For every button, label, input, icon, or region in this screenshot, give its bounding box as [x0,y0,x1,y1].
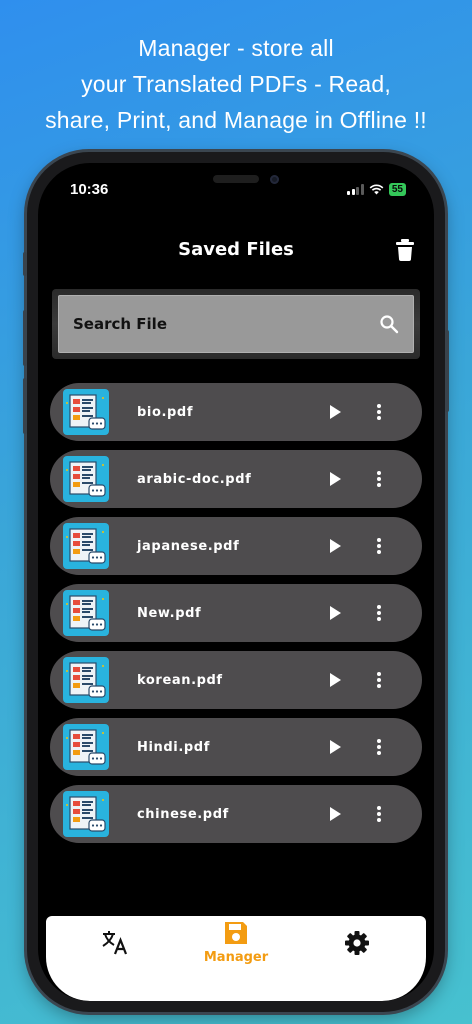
play-icon[interactable] [328,471,342,487]
play-icon[interactable] [328,739,342,755]
list-item[interactable]: New.pdf [50,584,422,642]
more-options-icon[interactable] [376,805,382,823]
headline-line-1: Manager - store all [138,35,334,61]
more-options-icon[interactable] [376,537,382,555]
nav-item-translate[interactable] [60,916,170,986]
save-icon [225,922,247,944]
list-item[interactable]: arabic-doc.pdf [50,450,422,508]
phone-screen: 10:36 55 Saved Files Search File bio.pdf… [38,163,434,1001]
more-options-icon[interactable] [376,470,382,488]
signal-icon [347,184,364,195]
battery-indicator: 55 [388,183,406,196]
pdf-thumbnail-icon [63,590,109,636]
wifi-icon [369,184,384,195]
file-list: bio.pdf arabic-doc.pdf japanese.pdf New.… [50,383,422,852]
play-icon[interactable] [328,538,342,554]
status-time: 10:36 [70,181,109,198]
play-icon[interactable] [328,404,342,420]
list-item[interactable]: korean.pdf [50,651,422,709]
play-icon[interactable] [328,605,342,621]
pdf-thumbnail-icon [63,657,109,703]
list-item[interactable]: chinese.pdf [50,785,422,843]
bottom-nav: Manager [46,916,426,1001]
pdf-thumbnail-icon [63,523,109,569]
nav-item-manager[interactable]: Manager [181,916,291,986]
pdf-thumbnail-icon [63,724,109,770]
nav-label-manager: Manager [203,950,269,965]
pdf-thumbnail-icon [63,389,109,435]
pdf-thumbnail-icon [63,456,109,502]
translate-icon [102,931,128,955]
phone-side-button [23,252,27,276]
speaker-slot [213,175,259,183]
list-item[interactable]: japanese.pdf [50,517,422,575]
search-input[interactable]: Search File [58,295,414,353]
search-label: Search File [73,315,167,333]
nav-item-settings[interactable] [302,916,412,986]
gear-icon [345,931,369,955]
headline-line-2: your Translated PDFs - Read, [81,71,391,97]
list-item[interactable]: bio.pdf [50,383,422,441]
promo-headline: Manager - store all your Translated PDFs… [0,30,472,138]
search-container: Search File [52,289,420,359]
trash-icon[interactable] [396,239,414,261]
play-icon[interactable] [328,672,342,688]
play-icon[interactable] [328,806,342,822]
pdf-thumbnail-icon [63,791,109,837]
list-item[interactable]: Hindi.pdf [50,718,422,776]
status-icons: 55 [347,183,406,196]
more-options-icon[interactable] [376,403,382,421]
more-options-icon[interactable] [376,738,382,756]
search-icon[interactable] [379,314,399,334]
more-options-icon[interactable] [376,671,382,689]
phone-side-button [23,378,27,434]
phone-side-button [23,310,27,366]
phone-side-button [445,330,449,412]
page-title: Saved Files [178,239,294,260]
front-camera [270,175,279,184]
more-options-icon[interactable] [376,604,382,622]
headline-line-3: share, Print, and Manage in Offline !! [45,107,427,133]
